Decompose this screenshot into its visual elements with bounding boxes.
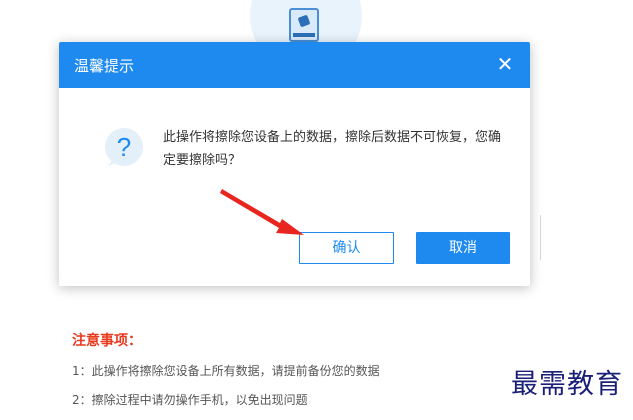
phone-clean-icon — [289, 8, 319, 42]
dialog-title: 温馨提示 — [74, 57, 135, 75]
svg-text:?: ? — [117, 132, 131, 162]
cancel-button[interactable]: 取消 — [416, 232, 510, 264]
annotation-arrow-icon — [220, 189, 304, 235]
dialog-message: 此操作将擦除您设备上的数据，擦除后数据不可恢复，您确定要擦除吗？ — [163, 130, 502, 168]
note-item: 1：此操作将擦除您设备上所有数据，请提前备份您的数据 — [72, 364, 380, 378]
broom-icon — [297, 14, 311, 28]
note-item: 2：擦除过程中请勿操作手机，以免出现问题 — [72, 393, 308, 407]
close-icon[interactable]: ✕ — [492, 51, 518, 77]
question-icon: ? — [105, 128, 143, 166]
watermark: 最需教育 — [511, 369, 623, 400]
dialog-header: 温馨提示 ✕ — [59, 42, 530, 88]
background-divider — [530, 215, 541, 260]
confirm-dialog: 温馨提示 ✕ ? 此操作将擦除您设备上的数据，擦除后数据不可恢复，您确定要擦除吗… — [59, 42, 530, 286]
notes-section: 注意事项： 1：此操作将擦除您设备上所有数据，请提前备份您的数据 2：擦除过程中… — [72, 330, 380, 420]
confirm-button[interactable]: 确认 — [299, 232, 394, 264]
notes-title: 注意事项： — [72, 333, 142, 349]
